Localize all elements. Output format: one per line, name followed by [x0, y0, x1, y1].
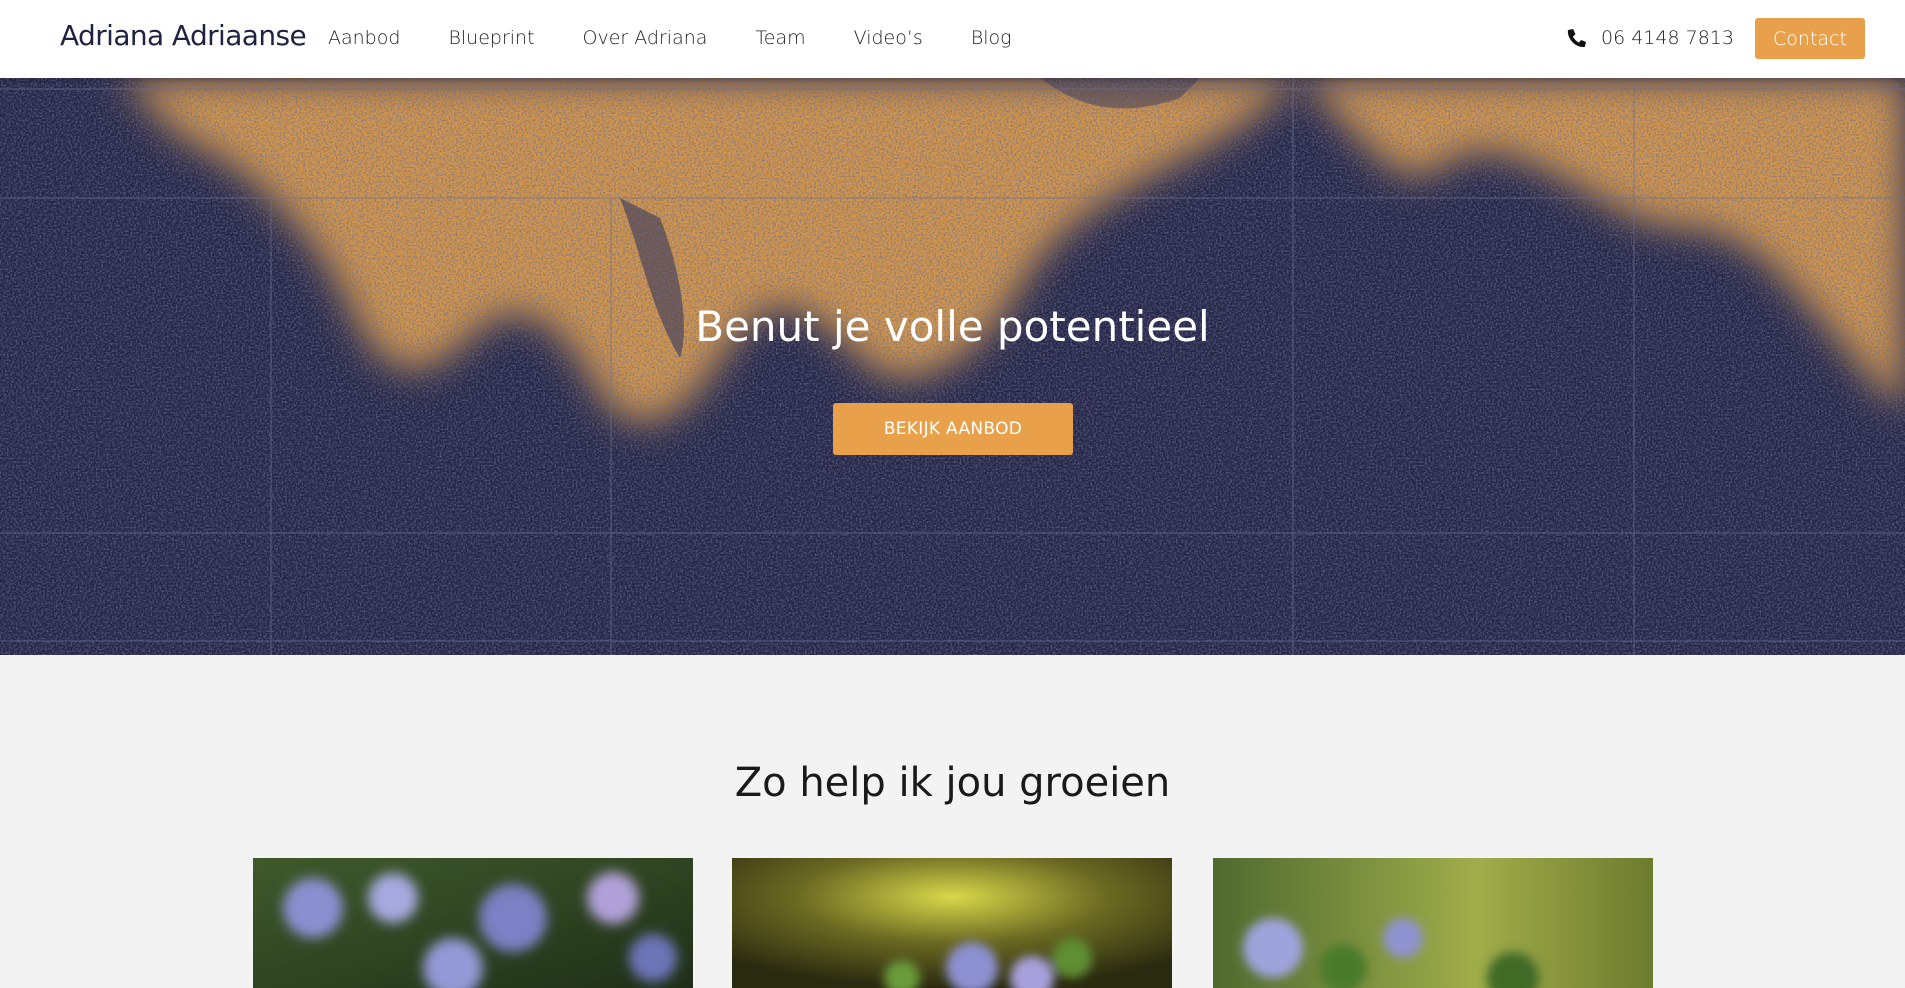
section-title: Zo help ik jou groeien — [734, 760, 1171, 806]
service-card-image-3[interactable] — [1213, 858, 1653, 988]
menu-item-team[interactable]: Team — [755, 27, 805, 49]
hero-background-image — [0, 78, 1905, 655]
menu-item-videos[interactable]: Video’s — [854, 27, 923, 49]
menu-item-aanbod[interactable]: Aanbod — [328, 27, 400, 49]
contact-button[interactable]: Contact — [1755, 18, 1865, 59]
menu-item-over-adriana[interactable]: Over Adriana — [583, 27, 708, 49]
main-menu: Aanbod Blueprint Over Adriana Team Video… — [328, 27, 1060, 49]
hero-banner: Benut je volle potentieel BEKIJK AANBOD — [0, 78, 1905, 655]
service-card-image-2[interactable] — [732, 858, 1172, 988]
menu-item-blog[interactable]: Blog — [971, 27, 1012, 49]
hydrangea-photo — [732, 858, 1172, 988]
bekijk-aanbod-button[interactable]: BEKIJK AANBOD — [833, 403, 1073, 455]
phone-link[interactable]: 06 4148 7813 — [1566, 26, 1734, 49]
service-card-image-1[interactable] — [253, 858, 693, 988]
top-navigation: Adriana Adriaanse Aanbod Blueprint Over … — [0, 0, 1905, 78]
hydrangea-photo — [1213, 858, 1653, 988]
menu-item-blueprint[interactable]: Blueprint — [448, 27, 534, 49]
hero-title: Benut je volle potentieel — [695, 302, 1210, 351]
phone-icon — [1567, 29, 1586, 48]
brand-logo[interactable]: Adriana Adriaanse — [60, 19, 307, 52]
hydrangea-photo — [253, 858, 693, 988]
phone-number: 06 4148 7813 — [1601, 26, 1734, 49]
